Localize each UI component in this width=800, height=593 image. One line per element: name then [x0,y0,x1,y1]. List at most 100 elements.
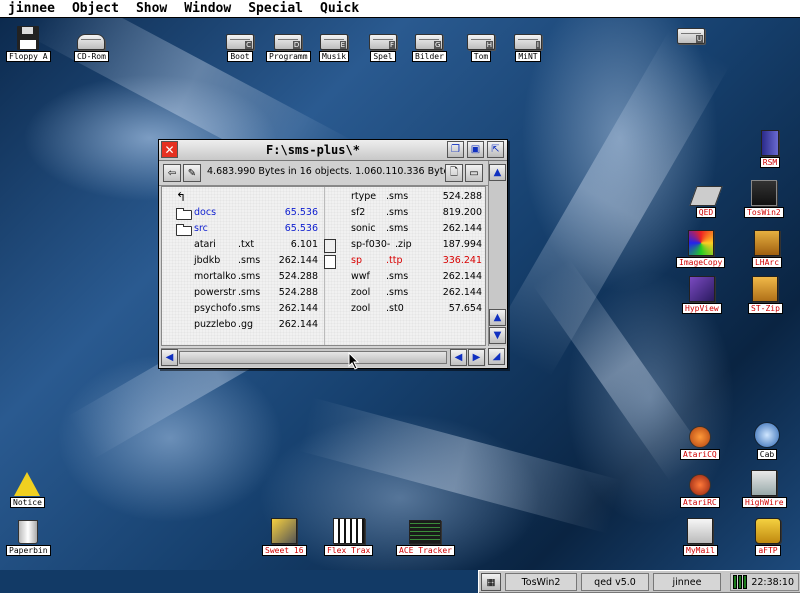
folder-icon [176,224,192,236]
file-window[interactable]: ✕ F:\sms-plus\* ❐ ▣ ⇱ ⇦ ✎ 4.683.990 Byte… [158,139,508,369]
imagecopy-icon[interactable]: ImageCopy [676,228,726,268]
list-item[interactable]: wwf .sms 262.144 [337,269,482,285]
filter-button[interactable]: ✎ [183,164,201,182]
programm-drive-icon[interactable]: D Programm [266,32,311,62]
cpu-meter-icon [733,575,748,589]
notice-icon[interactable]: Notice [10,468,45,508]
highwire-icon[interactable]: HighWire [742,468,787,508]
list-item[interactable]: sonic .sms 262.144 [337,221,482,237]
list-item[interactable]: zool .sms 262.144 [337,285,482,301]
floppy-a-icon[interactable]: Floppy A [6,22,51,62]
backdrop-button[interactable]: ▣ [467,141,484,158]
rsm-icon[interactable]: RSM [754,128,786,168]
arrow-down-icon: ▼ [493,330,502,341]
icon-label: aFTP [755,545,781,556]
list-item[interactable]: src 65.536 [168,221,318,237]
start-button[interactable]: ▦ [481,573,501,591]
arrow-left-icon: ◀ [165,352,174,363]
scroll-left-end-button[interactable]: ◀ [450,349,467,366]
network-drive-u-icon[interactable]: U [675,18,707,44]
bilder-drive-icon[interactable]: G Bilder [412,32,447,62]
toswin2-icon[interactable]: TosWin2 [744,178,784,218]
arrow-left-icon: ◀ [454,352,463,363]
lharc-icon[interactable]: LHArc [751,228,783,268]
close-icon: ✕ [164,142,175,157]
mint-drive-icon[interactable]: I MiNT [512,32,544,62]
musik-drive-icon[interactable]: E Musik [318,32,350,62]
iconify-button[interactable]: ❐ [447,141,464,158]
vertical-scrollbar[interactable]: ▲ ▲ ▼ [488,161,507,346]
ace-tracker-icon[interactable]: ACE Tracker [396,516,455,556]
cab-icon[interactable]: Cab [751,420,783,460]
view-list-icon: ▭ [469,167,479,179]
fuller-button[interactable]: ⇱ [487,141,504,158]
start-icon: ▦ [486,576,496,588]
paperbin-icon[interactable]: Paperbin [6,516,51,556]
icon-label: Musik [318,51,350,62]
cd-rom-drive-icon[interactable]: CD-Rom [74,22,109,62]
icon-label: AtariCQ [680,449,720,460]
list-item[interactable]: jbdkb .sms 262.144 [168,253,318,269]
arrow-back-icon: ⇦ [167,167,177,179]
scroll-up-bottom-button[interactable]: ▲ [489,309,506,326]
scroll-right-button[interactable]: ▶ [468,349,485,366]
menu-app-jinnee[interactable]: jinnee [0,1,64,16]
menu-object[interactable]: Object [64,1,128,16]
list-item[interactable]: zool .st0 57.654 [337,301,482,317]
menu-window[interactable]: Window [176,1,240,16]
file-list: ↰ docs 65.536 src 65.536 atari .txt 6.10… [161,186,486,346]
task-button-qed[interactable]: qed v5.0 [581,573,649,591]
tom-drive-icon[interactable]: H Tom [465,32,497,62]
list-item[interactable]: sp .ttp 336.241 [324,253,482,269]
list-item[interactable]: puzzlebo .gg 262.144 [168,317,318,333]
spel-drive-icon[interactable]: F Spel [367,32,399,62]
task-button-jinnee[interactable]: jinnee [653,573,721,591]
icon-label: ST-Zip [748,303,783,314]
aftp-icon[interactable]: aFTP [752,516,784,556]
flex-trax-icon[interactable]: Flex Trax [324,516,374,556]
parent-dir-button[interactable]: ⇦ [163,164,181,182]
st-zip-icon[interactable]: ST-Zip [748,274,783,314]
scroll-up-button[interactable]: ▲ [489,164,506,181]
list-item[interactable]: mortalko .sms 524.288 [168,269,318,285]
boot-drive-icon[interactable]: C Boot [224,32,256,62]
hypview-icon[interactable]: HypView [682,274,722,314]
menu-quick[interactable]: Quick [312,1,368,16]
list-item[interactable]: atari .txt 6.101 [168,237,318,253]
icon-label: Paperbin [6,545,51,556]
menu-special[interactable]: Special [240,1,312,16]
icon-label: TosWin2 [744,207,784,218]
list-item[interactable]: psychofo .sms 262.144 [168,301,318,317]
icon-label: AtariRC [680,497,720,508]
atarlicq-icon[interactable]: AtariCQ [680,420,720,460]
new-file-button[interactable]: 🗋 [445,164,463,182]
list-item[interactable]: powerstr .sms 524.288 [168,285,318,301]
parent-folder-row[interactable]: ↰ [168,189,318,205]
icon-label: ACE Tracker [396,545,455,556]
list-item[interactable]: sp-f030- .zip 187.994 [324,237,482,253]
task-button-toswin2[interactable]: TosWin2 [505,573,577,591]
window-title-bar[interactable]: ✕ F:\sms-plus\* ❐ ▣ ⇱ [159,140,507,161]
folder-icon [176,208,192,220]
list-item[interactable]: docs 65.536 [168,205,318,221]
qed-icon[interactable]: QED [689,178,723,218]
close-button[interactable]: ✕ [161,141,178,158]
system-tray: 22:38:10 [730,573,799,591]
horizontal-scrollbar[interactable]: ◀ ◀ ▶ [161,348,486,367]
arrow-right-icon: ▶ [472,352,481,363]
view-mode-button[interactable]: ▭ [465,164,483,182]
horizontal-scroll-thumb[interactable] [179,351,447,364]
atarirc-icon[interactable]: AtariRC [680,468,720,508]
list-item[interactable]: sf2 .sms 819.200 [337,205,482,221]
menu-show[interactable]: Show [128,1,176,16]
mymail-icon[interactable]: MyMail [683,516,718,556]
icon-label: Spel [370,51,396,62]
arrow-up-icon: ▲ [493,167,502,178]
list-item[interactable]: rtype .sms 524.288 [337,189,482,205]
icon-label: Boot [227,51,253,62]
zip-file-icon [324,239,336,253]
sweet-16-icon[interactable]: Sweet 16 [262,516,307,556]
scroll-left-button[interactable]: ◀ [161,349,178,366]
resize-handle[interactable]: ◢ [488,348,505,365]
scroll-down-button[interactable]: ▼ [489,327,506,344]
